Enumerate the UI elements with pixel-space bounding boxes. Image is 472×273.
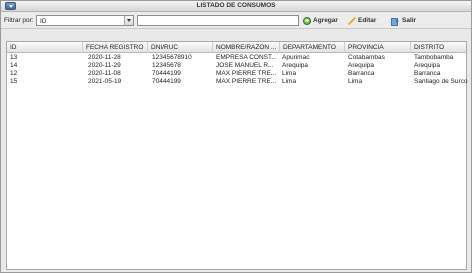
cell-id: 15 bbox=[10, 78, 18, 85]
search-input[interactable] bbox=[137, 15, 299, 26]
cell-province: Barranca bbox=[348, 70, 375, 77]
column-header-province[interactable]: PROVINCIA bbox=[345, 42, 411, 53]
cell-date: 2020-11-28 bbox=[88, 54, 121, 61]
table-row[interactable]: 15 2021-05-19 70444199 MAX PIERRE TRE...… bbox=[7, 78, 467, 86]
cell-district: Arequipa bbox=[414, 62, 441, 69]
column-header-name[interactable]: NOMBRE/RAZON ... bbox=[213, 42, 280, 53]
cell-dni: 70444199 bbox=[152, 78, 181, 85]
column-header-dni[interactable]: DNI/RUC bbox=[148, 42, 213, 53]
column-header-department[interactable]: DEPARTAMENTO bbox=[280, 42, 345, 53]
cell-dni: 12345678 bbox=[152, 62, 181, 69]
add-button[interactable]: Agregar bbox=[303, 15, 338, 26]
cell-department: Arequipa bbox=[282, 62, 309, 69]
exit-button[interactable]: Salir bbox=[391, 15, 416, 26]
exit-button-label: Salir bbox=[402, 17, 417, 24]
consumption-list-window: LISTADO DE CONSUMOS Filtrar por: ID Agre… bbox=[0, 0, 472, 273]
cell-id: 12 bbox=[10, 70, 18, 77]
toolbar: Filtrar por: ID Agregar Editar Salir bbox=[1, 13, 471, 29]
column-header-date[interactable]: FECHA REGISTRO bbox=[83, 42, 148, 53]
edit-button[interactable]: Editar bbox=[347, 15, 376, 26]
consumption-table[interactable]: ID FECHA REGISTRO DNI/RUC NOMBRE/RAZON .… bbox=[6, 41, 467, 270]
cell-name: JOSE MANUEL R... bbox=[216, 62, 274, 69]
table-header: ID FECHA REGISTRO DNI/RUC NOMBRE/RAZON .… bbox=[7, 42, 466, 53]
cell-name: EMPRESA CONST... bbox=[216, 54, 277, 61]
table-row[interactable]: 14 2020-11-29 12345678 JOSE MANUEL R... … bbox=[7, 62, 466, 70]
pencil-icon bbox=[347, 16, 356, 25]
filter-label: Filtrar por: bbox=[4, 17, 34, 24]
cell-department: Apurimac bbox=[282, 54, 310, 61]
chevron-down-icon[interactable] bbox=[124, 16, 133, 25]
title-bar: LISTADO DE CONSUMOS bbox=[1, 1, 471, 12]
column-header-district[interactable]: DISTRITO bbox=[411, 42, 466, 53]
cell-district: Tambobamba bbox=[414, 54, 454, 61]
cell-province: Cotabambas bbox=[348, 54, 385, 61]
table-body: 13 2020-11-28 12345678910 EMPRESA CONST.… bbox=[7, 54, 467, 86]
cell-date: 2020-11-29 bbox=[88, 62, 121, 69]
column-header-id[interactable]: ID bbox=[7, 42, 83, 53]
cell-name: MAX PIERRE TRE... bbox=[216, 78, 277, 85]
cell-id: 14 bbox=[10, 62, 18, 69]
cell-province: Arequipa bbox=[348, 62, 375, 69]
cell-id: 13 bbox=[10, 54, 18, 61]
filter-select[interactable]: ID bbox=[36, 15, 134, 26]
cell-department: Lima bbox=[282, 78, 297, 85]
cell-date: 2021-05-19 bbox=[88, 78, 122, 85]
filter-select-value: ID bbox=[40, 17, 47, 25]
cell-name: MAX PIERRE TRE... bbox=[216, 70, 277, 77]
table-row[interactable]: 13 2020-11-28 12345678910 EMPRESA CONST.… bbox=[7, 54, 466, 62]
cell-department: Lima bbox=[282, 70, 297, 77]
exit-icon bbox=[391, 17, 400, 26]
cell-dni: 70444199 bbox=[152, 70, 181, 77]
table-row[interactable]: 12 2020-11-08 70444199 MAX PIERRE TRE...… bbox=[7, 70, 466, 78]
cell-dni: 12345678910 bbox=[152, 54, 192, 61]
cell-date: 2020-11-08 bbox=[88, 70, 121, 77]
cell-province: Lima bbox=[348, 78, 363, 85]
window-title: LISTADO DE CONSUMOS bbox=[196, 2, 276, 9]
cell-district: Santiago de Surco bbox=[414, 78, 468, 85]
edit-button-label: Editar bbox=[358, 17, 377, 24]
cell-district: Barranca bbox=[414, 70, 441, 77]
plus-icon bbox=[303, 16, 311, 25]
add-button-label: Agregar bbox=[313, 17, 338, 24]
